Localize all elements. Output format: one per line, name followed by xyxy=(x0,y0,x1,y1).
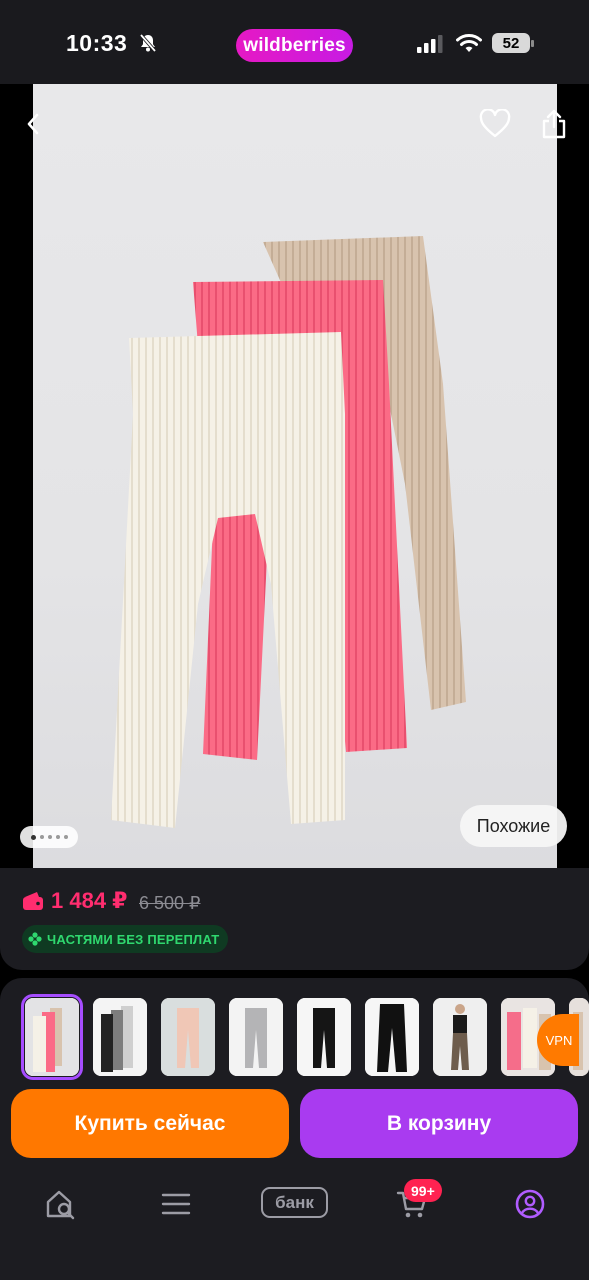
nav-catalog[interactable] xyxy=(158,1186,194,1222)
profile-icon xyxy=(515,1189,545,1219)
thumbnail-2[interactable] xyxy=(93,998,147,1076)
installment-label: ЧАСТЯМИ БЕЗ ПЕРЕПЛАТ xyxy=(47,931,220,947)
thumbnail-4[interactable] xyxy=(229,998,283,1076)
home-search-icon xyxy=(46,1190,75,1220)
nav-bank[interactable]: банк xyxy=(261,1187,328,1218)
battery-icon: 52 xyxy=(492,33,534,53)
cart-badge: 99+ xyxy=(404,1179,442,1202)
thumbnail-3[interactable] xyxy=(161,998,215,1076)
product-photo[interactable] xyxy=(33,84,557,870)
current-price: 1 484 ₽ xyxy=(51,888,128,913)
app-brand-badge: wildberries xyxy=(236,29,353,62)
product-gallery[interactable]: Похожие xyxy=(0,84,589,870)
slide-dot xyxy=(30,834,36,840)
wallet-icon xyxy=(23,892,43,910)
bottom-nav: банк xyxy=(0,1170,589,1280)
back-button[interactable] xyxy=(14,104,54,144)
favorite-button[interactable] xyxy=(475,104,515,144)
installment-badge[interactable]: ЧАСТЯМИ БЕЗ ПЕРЕПЛАТ xyxy=(22,925,229,953)
thumbnail-1[interactable] xyxy=(21,994,83,1080)
slide-dot xyxy=(47,835,52,839)
buy-now-button[interactable]: Купить сейчас xyxy=(11,1089,289,1158)
share-icon xyxy=(542,109,566,139)
thumbnail-6[interactable] xyxy=(365,998,419,1076)
nav-home[interactable] xyxy=(42,1186,78,1222)
installment-icon xyxy=(28,932,42,946)
share-button[interactable] xyxy=(534,104,574,144)
battery-level: 52 xyxy=(492,33,530,53)
add-to-cart-button[interactable]: В корзину xyxy=(300,1089,578,1158)
slide-indicator xyxy=(20,826,78,848)
thumbnail-5[interactable] xyxy=(297,998,351,1076)
status-time: 10:33 xyxy=(66,30,128,56)
old-price: 6 500 ₽ xyxy=(139,893,201,913)
signal-icon xyxy=(417,35,443,53)
nav-profile[interactable] xyxy=(512,1186,548,1222)
back-icon xyxy=(27,113,39,135)
slide-dot xyxy=(55,835,60,839)
leggings-image xyxy=(111,236,466,828)
wifi-icon xyxy=(456,34,482,52)
slide-dot xyxy=(63,835,68,839)
price-card: 1 484 ₽ 6 500 ₽ ЧАСТЯМИ БЕЗ ПЕРЕПЛАТ xyxy=(0,868,589,970)
menu-icon xyxy=(161,1193,191,1215)
slide-dot xyxy=(39,835,44,839)
heart-icon xyxy=(479,109,511,138)
thumbnail-7[interactable] xyxy=(433,998,487,1076)
status-bar: 10:33 wildberries 52 xyxy=(0,0,589,84)
bell-off-icon xyxy=(139,33,157,53)
similar-button[interactable]: Похожие xyxy=(460,805,567,847)
